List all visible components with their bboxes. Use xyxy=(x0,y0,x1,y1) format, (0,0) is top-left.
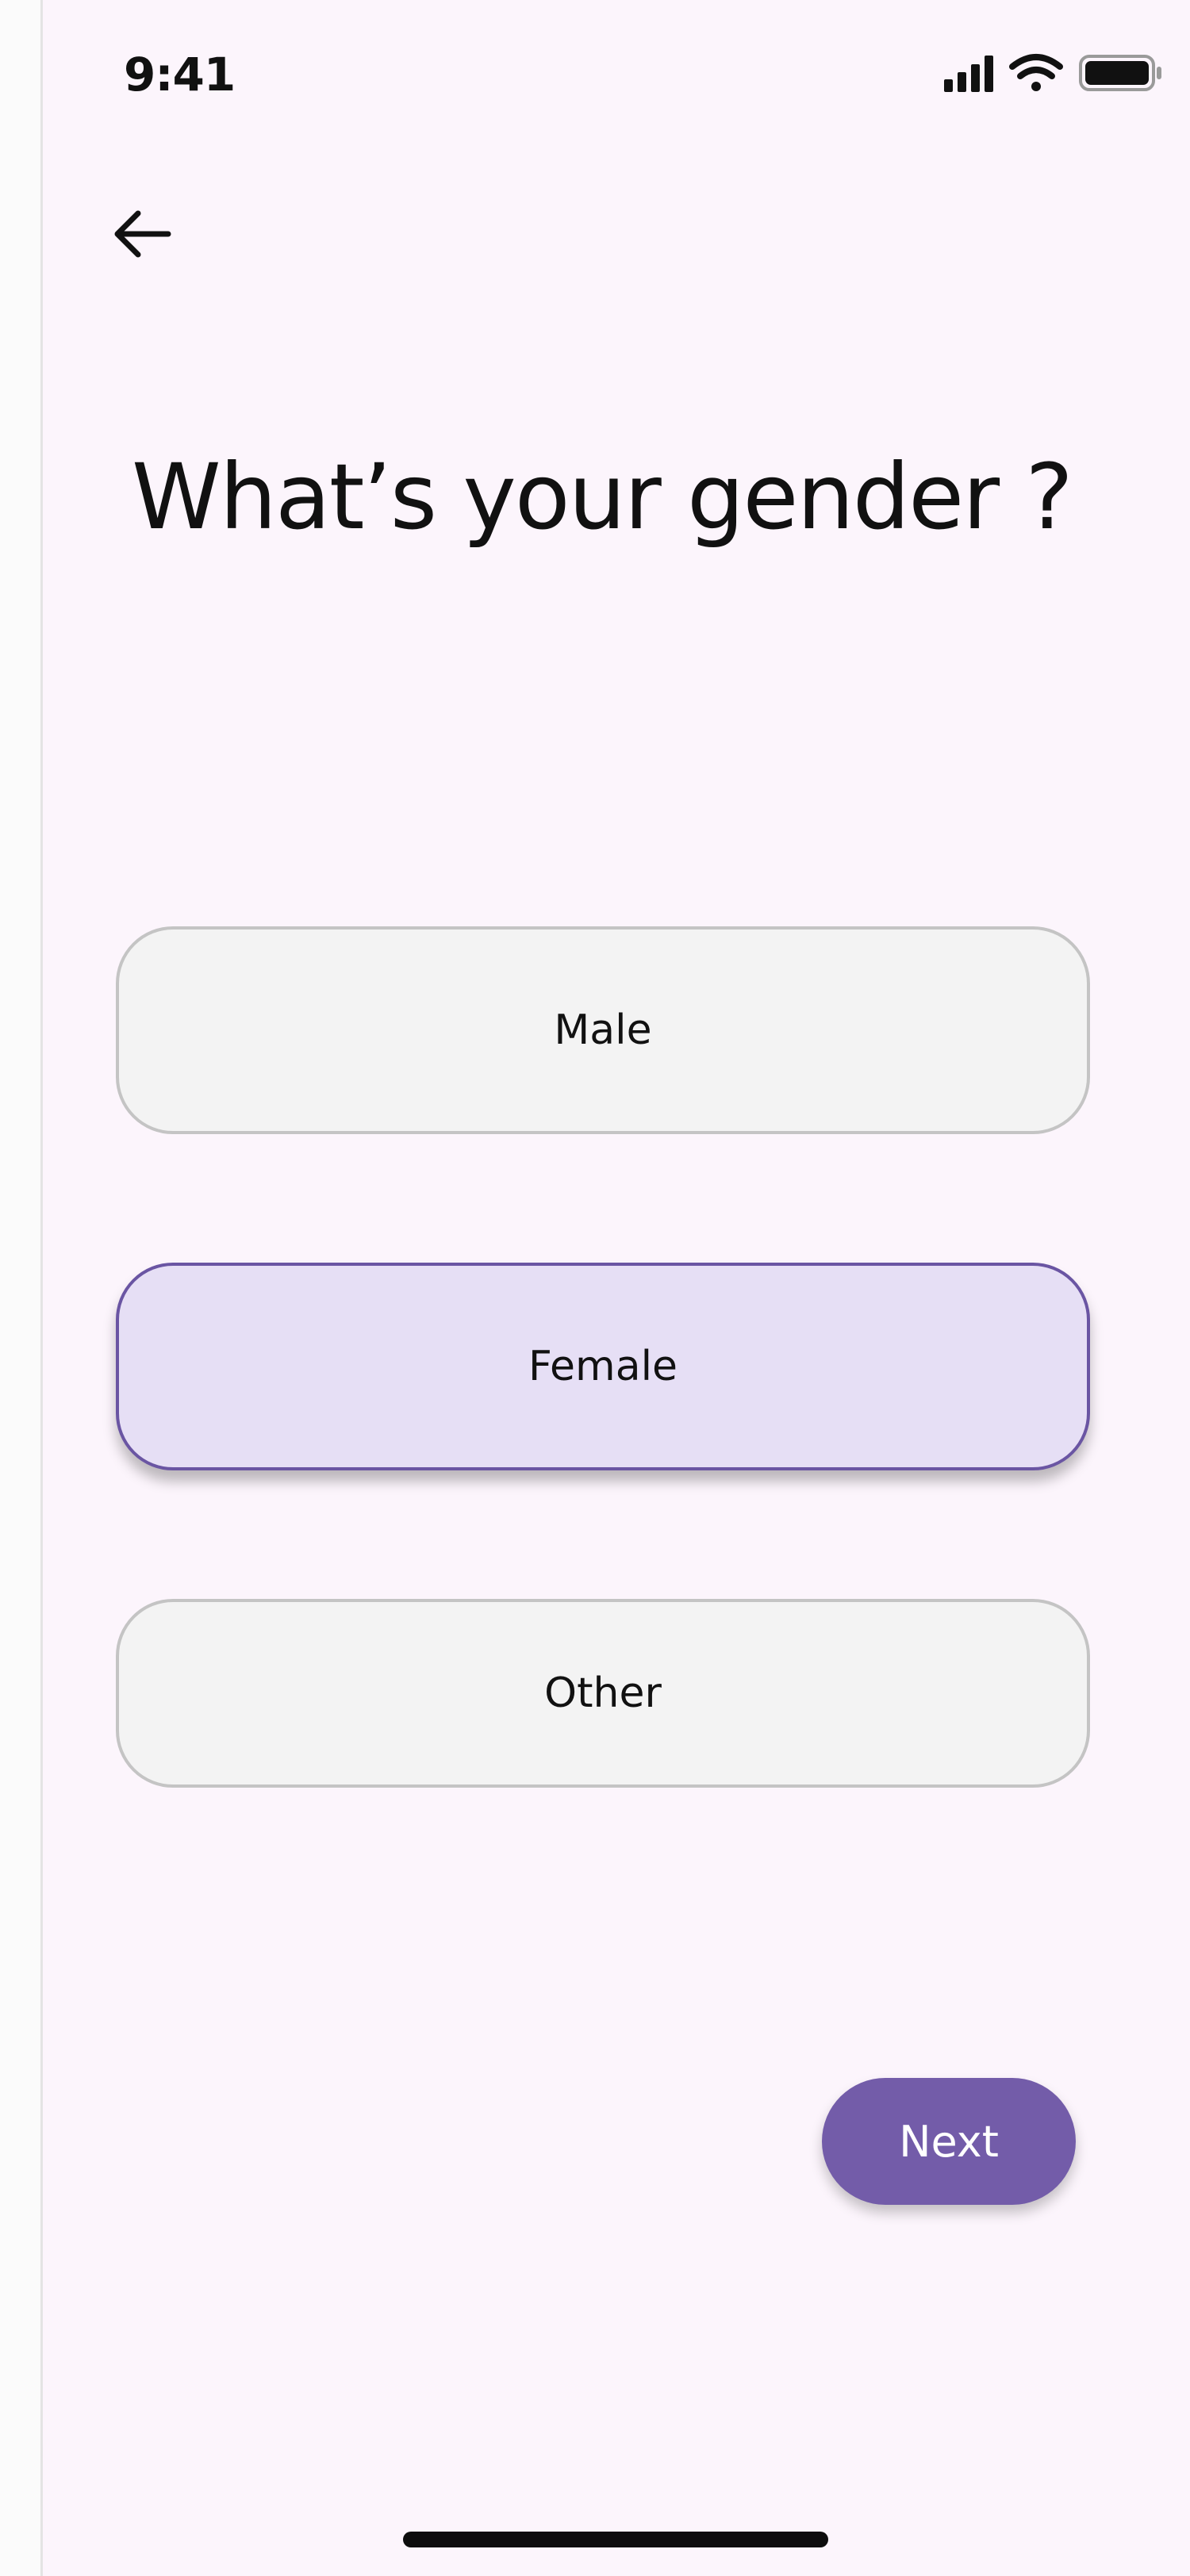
option-female[interactable]: Female xyxy=(116,1263,1090,1470)
option-female-label: Female xyxy=(528,1343,678,1390)
back-button[interactable] xyxy=(98,190,186,278)
option-male[interactable]: Male xyxy=(116,926,1090,1134)
arrow-left-icon xyxy=(114,210,171,258)
next-button-label: Next xyxy=(899,2116,999,2167)
next-button[interactable]: Next xyxy=(822,2078,1076,2205)
status-time: 9:41 xyxy=(124,48,236,102)
page-title: What’s your gender ? xyxy=(132,444,1073,550)
option-other[interactable]: Other xyxy=(116,1599,1090,1788)
left-edge-strip xyxy=(0,0,43,2576)
option-other-label: Other xyxy=(544,1669,662,1717)
gender-screen: 9:41 What’s your gender ? Male Female Ot… xyxy=(43,0,1190,2576)
wifi-icon xyxy=(1009,54,1063,91)
option-male-label: Male xyxy=(554,1006,652,1054)
status-bar: 9:41 xyxy=(43,0,1190,159)
battery-icon xyxy=(1079,55,1161,91)
status-icons xyxy=(944,54,1161,92)
home-indicator xyxy=(403,2532,828,2547)
signal-icon xyxy=(944,56,993,92)
